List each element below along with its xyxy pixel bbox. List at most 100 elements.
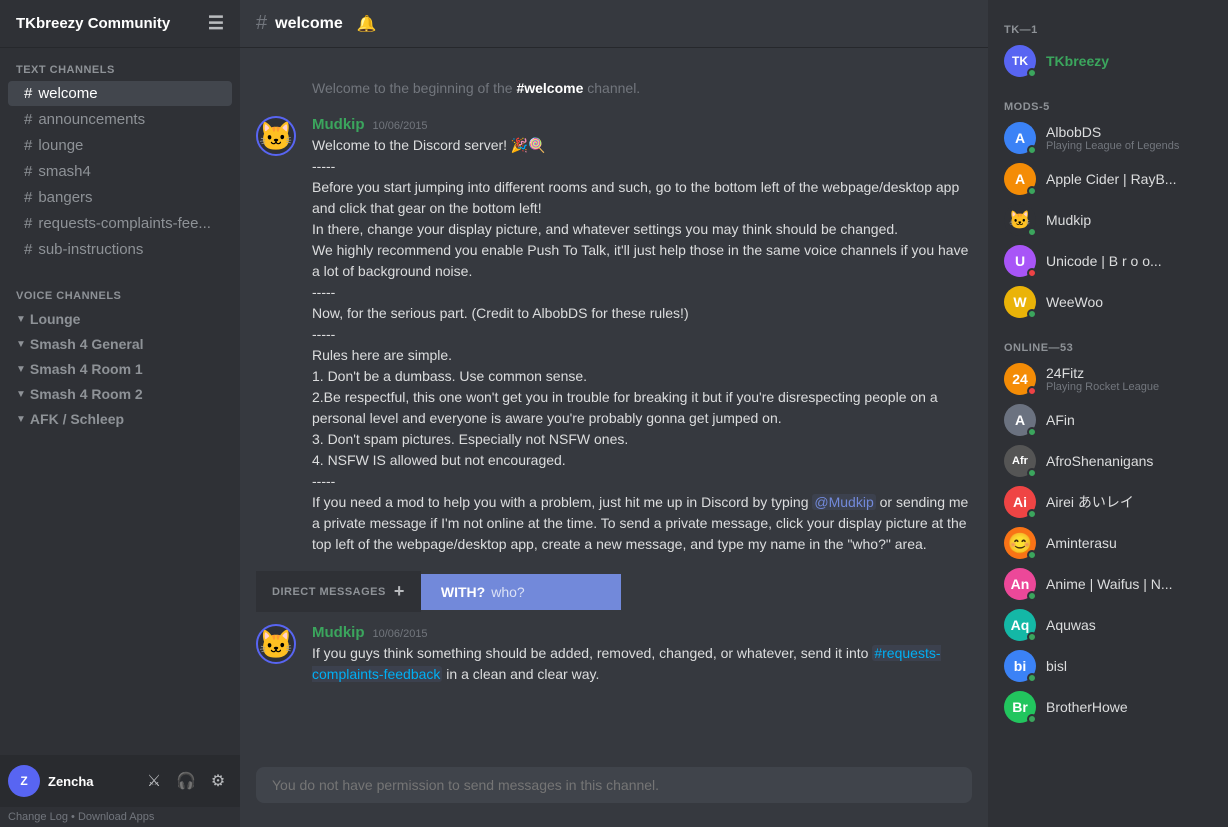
avatar: TK bbox=[1004, 45, 1036, 77]
avatar: U bbox=[1004, 245, 1036, 277]
headphone-icon[interactable]: 🎧 bbox=[172, 767, 200, 795]
member-name: Aminterasu bbox=[1046, 535, 1117, 551]
avatar: 🐱 bbox=[256, 624, 296, 664]
channel-item-announcements[interactable]: # announcements bbox=[8, 107, 232, 132]
member-item-tkbreezy[interactable]: TK TKbreezy bbox=[996, 41, 1220, 81]
member-item-brotherhowe[interactable]: Br BrotherHowe bbox=[996, 687, 1220, 727]
status-dot bbox=[1027, 309, 1037, 319]
hash-icon: # bbox=[24, 163, 32, 180]
member-item-aminterasu[interactable]: 😊 Aminterasu bbox=[996, 523, 1220, 563]
member-item-unicode[interactable]: U Unicode | B r o o... bbox=[996, 241, 1220, 281]
message-content: Mudkip 10/06/2015 If you guys think some… bbox=[312, 624, 972, 685]
hash-icon: # bbox=[24, 137, 32, 154]
avatar: An bbox=[1004, 568, 1036, 600]
avatar: A bbox=[1004, 163, 1036, 195]
member-item-bisl[interactable]: bi bisl bbox=[996, 646, 1220, 686]
channel-item-welcome[interactable]: # welcome bbox=[8, 81, 232, 106]
member-info: WeeWoo bbox=[1046, 294, 1103, 310]
dm-input-box[interactable]: WITH? who? bbox=[421, 574, 621, 610]
member-name: AlbobDS bbox=[1046, 124, 1179, 140]
bell-icon[interactable]: 🔔 bbox=[357, 14, 377, 34]
avatar: Br bbox=[1004, 691, 1036, 723]
voice-channel-smash4room1[interactable]: ▼ Smash 4 Room 1 bbox=[8, 357, 232, 381]
member-status: Playing Rocket League bbox=[1046, 381, 1159, 393]
member-item-weewoo[interactable]: W WeeWoo bbox=[996, 282, 1220, 322]
voice-channel-smash4room2[interactable]: ▼ Smash 4 Room 2 bbox=[8, 382, 232, 406]
member-name: Unicode | B r o o... bbox=[1046, 253, 1162, 269]
member-item-aquwas[interactable]: Aq Aquwas bbox=[996, 605, 1220, 645]
channel-item-sub-instructions[interactable]: # sub-instructions bbox=[8, 237, 232, 262]
member-item-applecider[interactable]: A Apple Cider | RayB... bbox=[996, 159, 1220, 199]
message-author[interactable]: Mudkip bbox=[312, 116, 365, 133]
member-item-anime[interactable]: An Anime | Waifus | N... bbox=[996, 564, 1220, 604]
status-dot bbox=[1027, 227, 1037, 237]
message-author[interactable]: Mudkip bbox=[312, 624, 365, 641]
voice-channel-afk[interactable]: ▼ AFK / Schleep bbox=[8, 407, 232, 431]
channel-item-smash4[interactable]: # smash4 bbox=[8, 159, 232, 184]
download-link[interactable]: Download Apps bbox=[78, 811, 154, 823]
hash-icon: # bbox=[256, 12, 267, 35]
user-panel-icons: ⚔ 🎧 ⚙ bbox=[140, 767, 232, 795]
member-item-mudkip[interactable]: 🐱 Mudkip bbox=[996, 200, 1220, 240]
avatar: Ai bbox=[1004, 486, 1036, 518]
server-name: TKbreezy Community bbox=[16, 15, 170, 32]
chevron-down-icon: ▼ bbox=[16, 364, 26, 375]
members-sidebar: TK—1 TK TKbreezy MODS-5 A AlbobDS Playin… bbox=[988, 0, 1228, 827]
status-dot bbox=[1027, 268, 1037, 278]
status-dot bbox=[1027, 186, 1037, 196]
changelog-link[interactable]: Change Log bbox=[8, 811, 68, 823]
chevron-down-icon: ▼ bbox=[16, 339, 26, 350]
message-input[interactable] bbox=[256, 767, 972, 803]
member-info: Anime | Waifus | N... bbox=[1046, 576, 1173, 592]
member-name: Apple Cider | RayB... bbox=[1046, 171, 1176, 187]
dm-label: DIRECT MESSAGES bbox=[272, 586, 386, 598]
member-name: AFin bbox=[1046, 412, 1075, 428]
voice-channel-smash4general[interactable]: ▼ Smash 4 General bbox=[8, 332, 232, 356]
member-status: Playing League of Legends bbox=[1046, 140, 1179, 152]
hash-icon: # bbox=[24, 215, 32, 232]
member-item-afin[interactable]: A AFin bbox=[996, 400, 1220, 440]
channel-item-lounge[interactable]: # lounge bbox=[8, 133, 232, 158]
member-item-airei[interactable]: Ai Airei あいレイ bbox=[996, 482, 1220, 522]
mention[interactable]: @Mudkip bbox=[812, 494, 875, 510]
username: Zencha bbox=[48, 774, 132, 789]
channel-name: requests-complaints-fee... bbox=[38, 215, 211, 232]
user-panel: Z Zencha ⚔ 🎧 ⚙ bbox=[0, 755, 240, 807]
channel-item-requests[interactable]: # requests-complaints-fee... bbox=[8, 211, 232, 236]
settings-icon[interactable]: ⚙ bbox=[204, 767, 232, 795]
status-dot bbox=[1027, 632, 1037, 642]
status-dot bbox=[1027, 673, 1037, 683]
member-item-afroshenanigans[interactable]: Afr AfroShenanigans bbox=[996, 441, 1220, 481]
channel-item-bangers[interactable]: # bangers bbox=[8, 185, 232, 210]
member-info: BrotherHowe bbox=[1046, 699, 1128, 715]
member-info: bisl bbox=[1046, 658, 1067, 674]
voice-channel-lounge[interactable]: ▼ Lounge bbox=[8, 307, 232, 331]
member-name: 24Fitz bbox=[1046, 365, 1159, 381]
channel-name: announcements bbox=[38, 111, 145, 128]
chevron-down-icon: ▼ bbox=[16, 414, 26, 425]
channel-beginning: Welcome to the beginning of the #welcome… bbox=[240, 64, 988, 112]
avatar: 🐱 bbox=[1004, 204, 1036, 236]
status-dot bbox=[1027, 386, 1037, 396]
member-name: Aquwas bbox=[1046, 617, 1096, 633]
hamburger-icon[interactable]: ☰ bbox=[208, 13, 224, 34]
member-name: BrotherHowe bbox=[1046, 699, 1128, 715]
status-dot bbox=[1027, 68, 1037, 78]
dm-plus-button[interactable]: + bbox=[394, 581, 405, 602]
member-info: Apple Cider | RayB... bbox=[1046, 171, 1176, 187]
message-group: 🐱 Mudkip 10/06/2015 Welcome to the Disco… bbox=[240, 112, 988, 559]
status-dot bbox=[1027, 591, 1037, 601]
voice-channels-label: Voice Channels bbox=[0, 274, 240, 306]
hash-icon: # bbox=[24, 189, 32, 206]
microphone-icon[interactable]: ⚔ bbox=[140, 767, 168, 795]
channel-link[interactable]: #requests-complaints-feedback bbox=[312, 645, 941, 682]
message-group: 🐱 Mudkip 10/06/2015 If you guys think so… bbox=[240, 620, 988, 689]
server-header[interactable]: TKbreezy Community ☰ bbox=[0, 0, 240, 48]
member-item-albobds[interactable]: A AlbobDS Playing League of Legends bbox=[996, 118, 1220, 158]
mods-section-label: MODS-5 bbox=[988, 93, 1228, 117]
member-item-24fitz[interactable]: 24 24Fitz Playing Rocket League bbox=[996, 359, 1220, 399]
beginning-text: Welcome to the beginning of the bbox=[312, 80, 513, 96]
messages-area: Welcome to the beginning of the #welcome… bbox=[240, 48, 988, 759]
avatar: W bbox=[1004, 286, 1036, 318]
voice-channel-name: Lounge bbox=[30, 311, 81, 327]
